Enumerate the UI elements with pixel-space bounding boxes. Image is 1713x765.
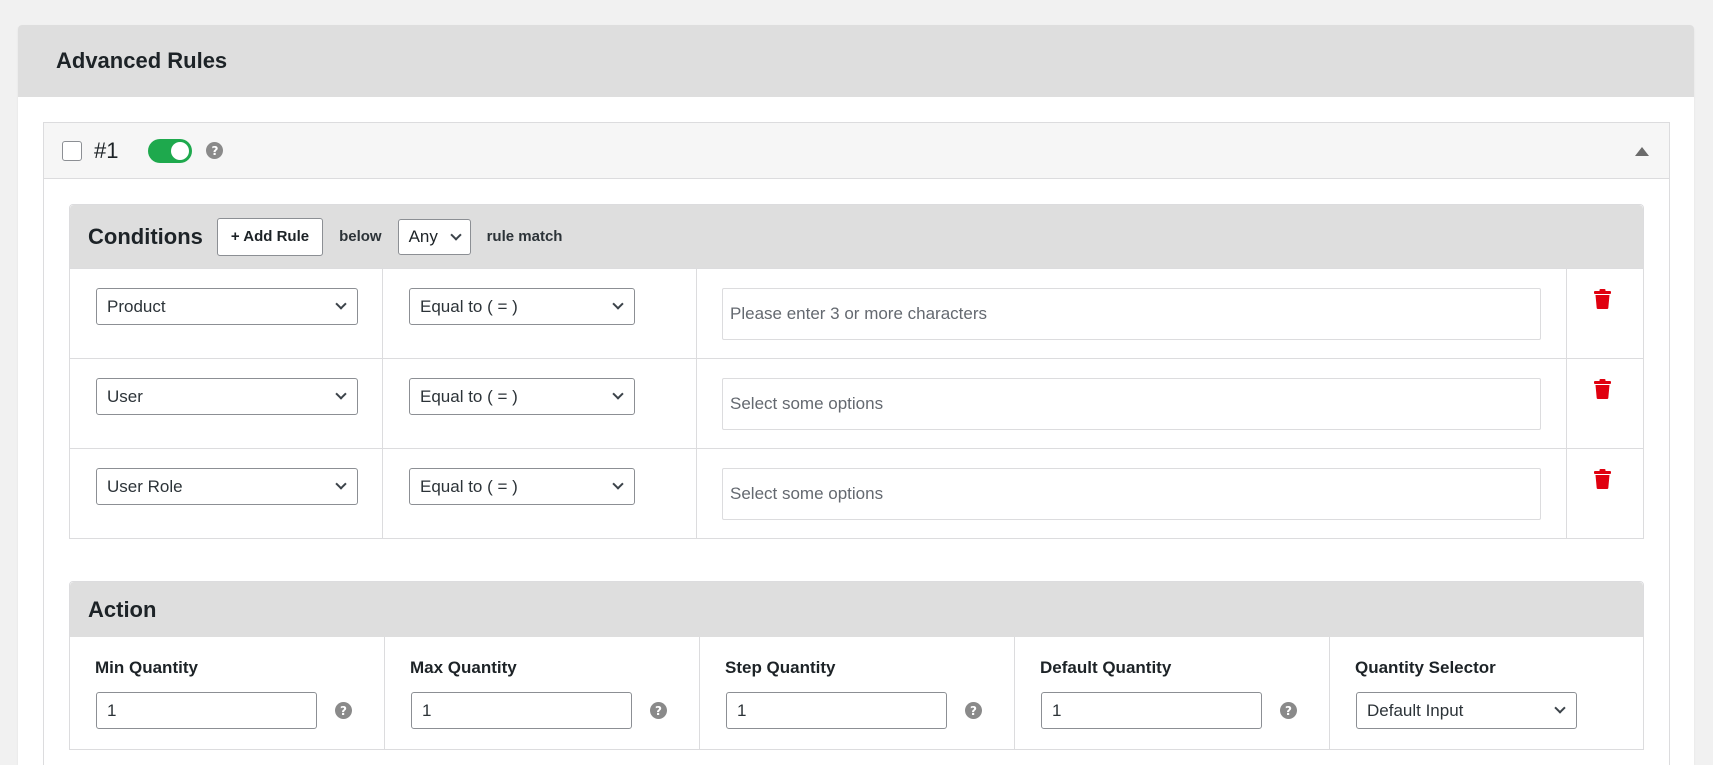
condition-operator-select[interactable]: Equal to ( = ) xyxy=(409,468,635,505)
quantity-selector-cell: Quantity Selector Default Input xyxy=(1330,637,1643,749)
condition-row: Product Equal to ( = ) Please enter 3 or… xyxy=(70,268,1643,358)
chevron-down-icon xyxy=(335,388,347,400)
trash-icon[interactable] xyxy=(1594,469,1611,494)
condition-field-select[interactable]: User Role xyxy=(96,468,358,505)
max-quantity-cell: Max Quantity 1 ? xyxy=(385,637,700,749)
conditions-header: Conditions + Add Rule below Any rule mat… xyxy=(70,205,1643,268)
max-quantity-input[interactable]: 1 xyxy=(411,692,632,729)
conditions-title: Conditions xyxy=(88,223,203,249)
rule-number: #1 xyxy=(94,137,119,163)
default-quantity-cell: Default Quantity 1 ? xyxy=(1015,637,1330,749)
default-quantity-input[interactable]: 1 xyxy=(1041,692,1262,729)
rule-enabled-toggle[interactable] xyxy=(148,138,193,163)
rule-match-label: rule match xyxy=(486,228,563,245)
match-type-value: Any xyxy=(408,226,438,246)
quantity-selector-label: Quantity Selector xyxy=(1355,658,1496,677)
condition-value-input[interactable]: Select some options xyxy=(722,378,1541,430)
chevron-down-icon xyxy=(335,298,347,310)
advanced-rules-panel: Advanced Rules #1 ? Conditions + Add Rul… xyxy=(18,25,1694,765)
rule-select-checkbox[interactable] xyxy=(62,140,82,161)
chevron-down-icon xyxy=(612,388,624,400)
step-quantity-input[interactable]: 1 xyxy=(726,692,947,729)
help-icon[interactable]: ? xyxy=(1280,702,1297,719)
condition-field-select[interactable]: Product xyxy=(96,288,358,325)
chevron-down-icon xyxy=(612,478,624,490)
help-icon[interactable]: ? xyxy=(650,702,667,719)
min-quantity-cell: Min Quantity 1 ? xyxy=(70,637,385,749)
condition-operator-value: Equal to ( = ) xyxy=(420,386,518,406)
min-quantity-input[interactable]: 1 xyxy=(96,692,317,729)
match-type-select[interactable]: Any xyxy=(397,218,471,255)
default-quantity-label: Default Quantity xyxy=(1040,658,1172,677)
collapse-icon[interactable] xyxy=(1635,147,1649,156)
condition-operator-select[interactable]: Equal to ( = ) xyxy=(409,378,635,415)
action-section: Action Min Quantity 1 ? Max Quantity 1 ?… xyxy=(69,581,1644,750)
help-icon[interactable]: ? xyxy=(965,702,982,719)
trash-icon[interactable] xyxy=(1594,379,1611,404)
condition-row: User Role Equal to ( = ) Select some opt… xyxy=(70,448,1643,538)
condition-field-value: Product xyxy=(107,296,166,316)
condition-operator-select[interactable]: Equal to ( = ) xyxy=(409,288,635,325)
chevron-down-icon xyxy=(335,478,347,490)
max-quantity-label: Max Quantity xyxy=(410,658,517,677)
quantity-selector-select[interactable]: Default Input xyxy=(1356,692,1577,729)
help-icon[interactable]: ? xyxy=(335,702,352,719)
quantity-selector-value: Default Input xyxy=(1367,700,1464,720)
condition-value-input[interactable]: Please enter 3 or more characters xyxy=(722,288,1541,340)
trash-icon[interactable] xyxy=(1594,289,1611,314)
rule-card: #1 ? Conditions + Add Rule below Any rul… xyxy=(43,122,1670,765)
chevron-down-icon xyxy=(449,228,462,241)
condition-field-value: User Role xyxy=(107,476,183,496)
conditions-section: Conditions + Add Rule below Any rule mat… xyxy=(69,204,1644,539)
toggle-knob xyxy=(171,141,190,160)
chevron-down-icon xyxy=(612,298,624,310)
condition-field-select[interactable]: User xyxy=(96,378,358,415)
condition-field-value: User xyxy=(107,386,143,406)
step-quantity-cell: Step Quantity 1 ? xyxy=(700,637,1015,749)
chevron-down-icon xyxy=(1554,702,1566,714)
add-rule-button[interactable]: + Add Rule xyxy=(216,217,324,256)
help-icon[interactable]: ? xyxy=(206,142,224,159)
min-quantity-label: Min Quantity xyxy=(95,658,198,677)
panel-title: Advanced Rules xyxy=(18,25,1694,97)
action-fields: Min Quantity 1 ? Max Quantity 1 ? Step Q… xyxy=(70,637,1643,749)
condition-operator-value: Equal to ( = ) xyxy=(420,476,518,496)
action-title: Action xyxy=(70,582,1643,637)
condition-value-input[interactable]: Select some options xyxy=(722,468,1541,520)
step-quantity-label: Step Quantity xyxy=(725,658,836,677)
below-label: below xyxy=(339,228,382,245)
rule-header: #1 ? xyxy=(44,123,1669,179)
condition-operator-value: Equal to ( = ) xyxy=(420,296,518,316)
condition-row: User Equal to ( = ) Select some options xyxy=(70,358,1643,448)
